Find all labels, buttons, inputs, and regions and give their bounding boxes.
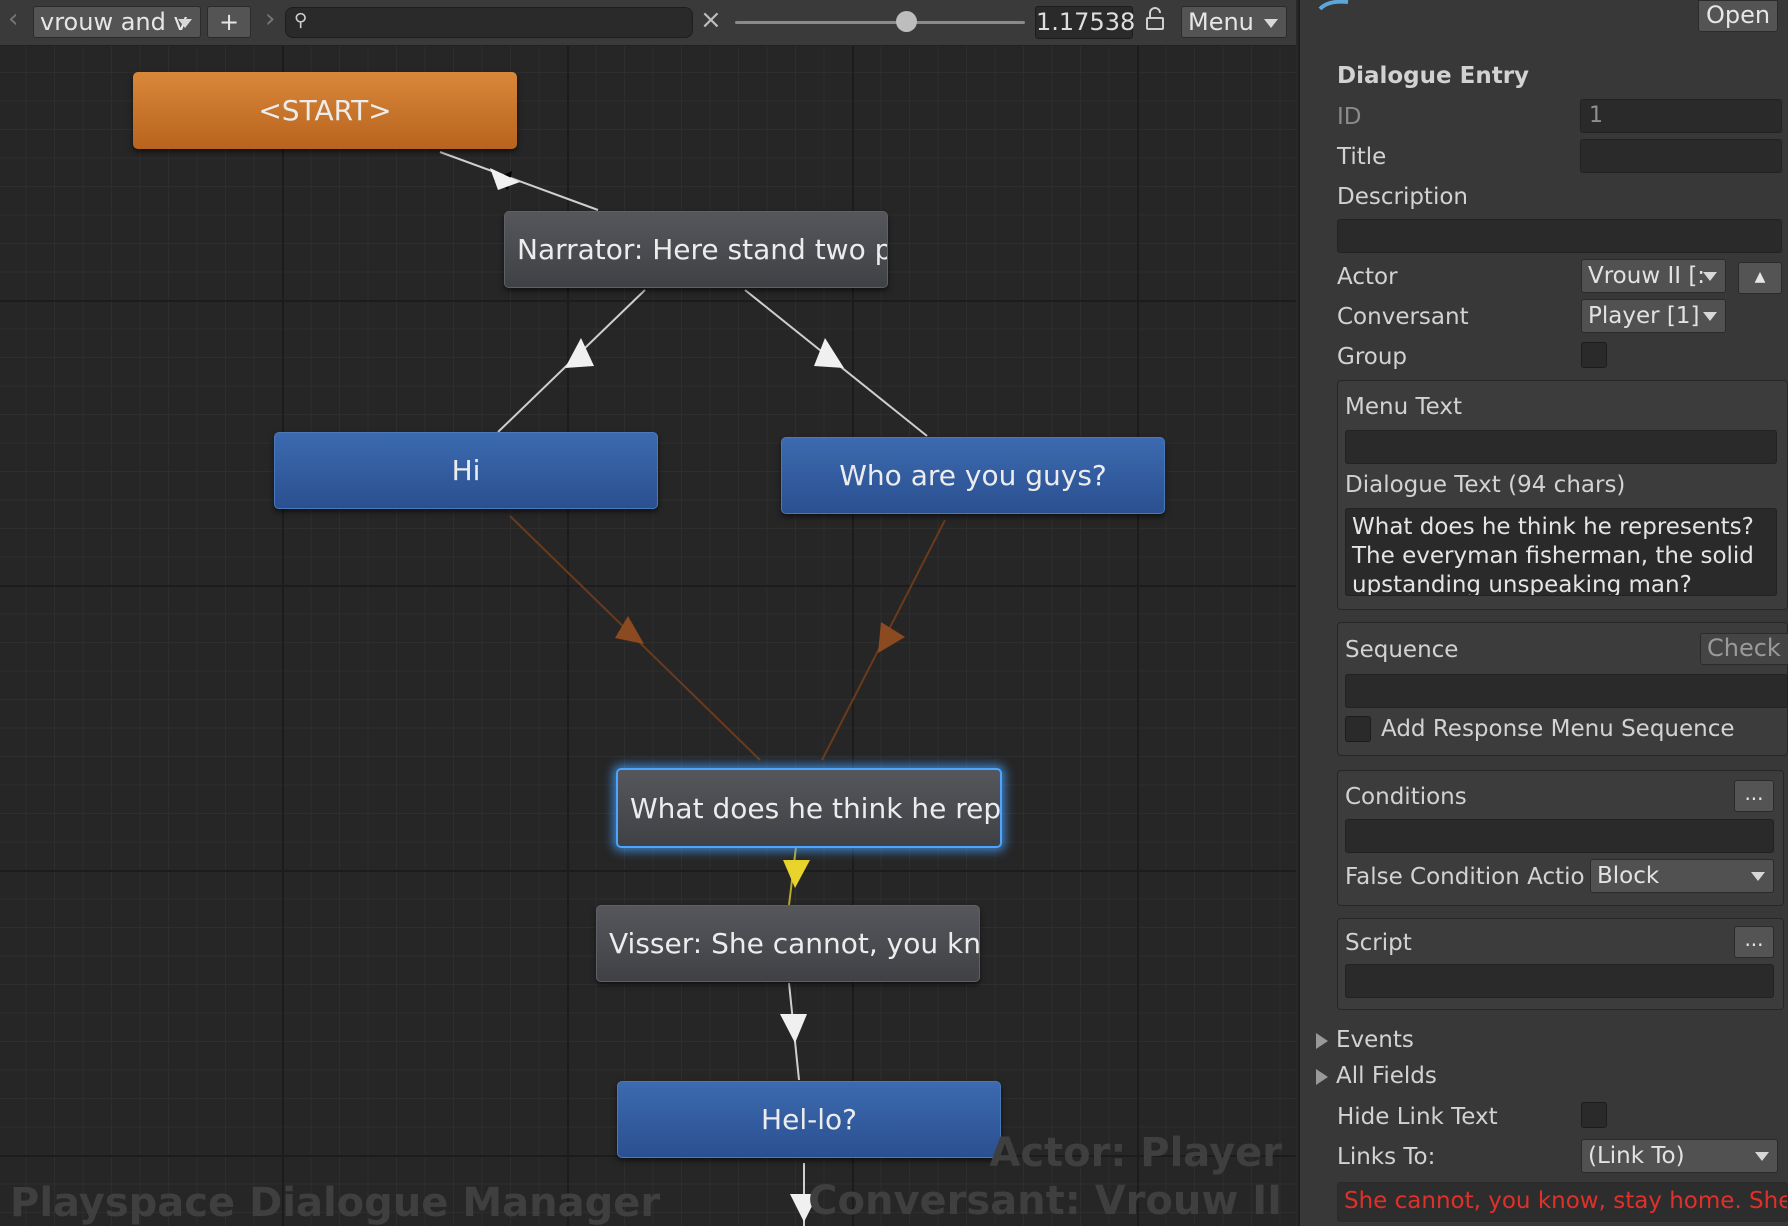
watermark-title: Playspace Dialogue Manager [10,1180,661,1226]
watermark-actor: Actor: Player [989,1130,1282,1176]
node-visser[interactable]: Visser: She cannot, you kn [596,905,980,982]
group-label: Group [1337,344,1408,370]
actor-dropdown[interactable]: Vrouw II [: [1581,259,1726,293]
chevron-down-icon [1703,312,1717,321]
node-hello[interactable]: Hel-lo? [617,1081,1001,1158]
search-icon: ⚲ [294,10,308,31]
sequence-label: Sequence [1345,637,1459,663]
title-field[interactable] [1580,139,1782,173]
script-label: Script [1345,930,1412,956]
links-to-label: Links To: [1337,1144,1436,1170]
description-field[interactable] [1337,219,1782,253]
false-condition-label: False Condition Actio [1345,864,1585,890]
search-input[interactable] [285,7,693,38]
hide-link-text-checkbox[interactable] [1581,1102,1607,1128]
conversant-dropdown[interactable]: Player [1] [1581,299,1726,333]
id-label: ID [1337,104,1362,130]
false-condition-dropdown[interactable]: Block [1590,859,1774,893]
inspector-header-icon [1318,0,1349,10]
check-button[interactable]: Check [1700,633,1788,665]
title-label: Title [1337,144,1387,170]
menu-text-label: Menu Text [1345,394,1462,420]
link-item-button[interactable]: She cannot, you know, stay home. She [1337,1182,1788,1222]
dialogue-text-label: Dialogue Text (94 chars) [1345,472,1626,498]
lock-icon[interactable] [1146,7,1164,31]
links-to-dropdown[interactable]: (Link To) [1581,1139,1778,1173]
node-who-are-you[interactable]: Who are you guys? [781,437,1165,514]
chevron-down-icon [1703,272,1717,281]
nav-back-icon[interactable]: ‹ [8,4,18,34]
conversation-dropdown[interactable]: vrouw and v [33,6,201,38]
chevron-down-icon [1755,1152,1769,1161]
zoom-slider-thumb[interactable] [895,11,917,32]
id-field: 1 [1580,99,1782,133]
arrowhead-who [814,338,844,368]
sequence-field[interactable] [1345,674,1788,708]
watermark-conversant: Conversant: Vrouw II [808,1178,1282,1224]
arrowhead-what-visser [783,860,810,888]
script-edit-button[interactable]: ... [1734,926,1774,958]
add-response-menu-label: Add Response Menu Sequence [1381,716,1735,742]
add-conversation-button[interactable]: + [207,6,251,38]
node-links [439,151,946,1226]
swap-actor-button[interactable]: ▲ [1738,262,1782,294]
group-checkbox[interactable] [1581,342,1607,368]
arrowhead-hi-what [615,616,644,644]
graph-toolbar: ‹ vrouw and v + › ⚲ × 1.17538 Menu [0,0,1296,46]
node-narrator[interactable]: Narrator: Here stand two p [504,211,888,288]
conversation-canvas[interactable]: <START> Narrator: Here stand two p Hi Wh… [0,0,1296,1226]
expand-arrow-icon [1316,1032,1328,1049]
script-field[interactable] [1345,964,1774,998]
section-title: Dialogue Entry [1337,63,1530,89]
expand-arrow-icon [1316,1068,1328,1085]
menu-text-field[interactable] [1345,430,1777,464]
dialogue-text-field[interactable]: What does he think he represents? The ev… [1345,508,1777,596]
link-narrator-start [439,151,599,211]
conditions-field[interactable] [1345,819,1774,853]
all-fields-foldout[interactable]: All Fields [1316,1063,1437,1089]
conditions-edit-button[interactable]: ... [1734,780,1774,812]
add-response-menu-checkbox[interactable] [1345,716,1371,742]
nav-forward-icon[interactable]: › [265,4,275,34]
chevron-down-icon [1264,19,1278,28]
node-hi[interactable]: Hi [274,432,658,509]
zoom-slider[interactable] [735,21,1025,24]
menu-dropdown[interactable]: Menu [1181,6,1287,38]
chevron-down-icon [178,19,192,28]
arrowhead-who-what [878,622,905,653]
chevron-down-icon [1751,872,1765,881]
open-button[interactable]: Open [1698,0,1778,32]
node-what-does-he-think-selected[interactable]: What does he think he repr [616,768,1002,848]
actor-label: Actor [1337,264,1398,290]
description-label: Description [1337,184,1468,210]
arrowhead-visser-hello [780,1014,807,1043]
clear-search-icon[interactable]: × [700,5,722,35]
zoom-value-field[interactable]: 1.17538 [1035,6,1135,39]
conditions-label: Conditions [1345,784,1467,810]
node-start[interactable]: <START> [133,72,517,149]
conversant-label: Conversant [1337,304,1469,330]
events-foldout[interactable]: Events [1316,1027,1414,1053]
hide-link-text-label: Hide Link Text [1337,1104,1498,1130]
